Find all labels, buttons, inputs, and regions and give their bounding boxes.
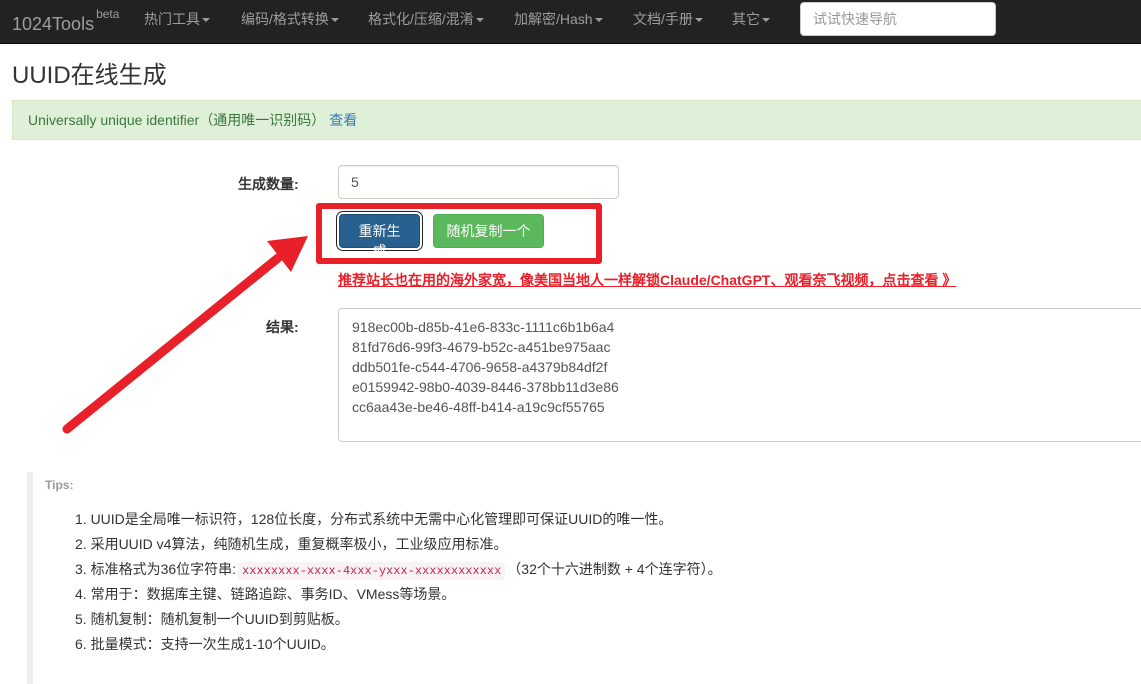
uuid-format-code: xxxxxxxx-xxxx-4xxx-yxxx-xxxxxxxxxxxx (238, 562, 506, 580)
tips-panel: Tips: 1. UUID是全局唯一标识符，128位长度，分布式系统中无需中心化… (27, 472, 1141, 684)
tips-title: Tips: (45, 478, 74, 492)
tip-item: 2. 采用UUID v4算法，纯随机生成，重复概率极小，工业级应用标准。 (75, 536, 508, 552)
tip-prefix: 3. 标准格式为36位字符串: (75, 561, 237, 577)
arrow-shaft (62, 253, 283, 434)
tip-item: 6. 批量模式：支持一次生成1-10个UUID。 (75, 636, 335, 652)
tip-item: 1. UUID是全局唯一标识符，128位长度，分布式系统中无需中心化管理即可保证… (75, 511, 673, 527)
tip-suffix: （32个十六进制数 + 4个连字符）。 (507, 561, 722, 577)
tip-item: 3. 标准格式为36位字符串: xxxxxxxx-xxxx-4xxx-yxxx-x… (75, 560, 722, 585)
tip-item: 5. 随机复制：随机复制一个UUID到剪贴板。 (75, 611, 349, 627)
tips-list: 1. UUID是全局唯一标识符，128位长度，分布式系统中无需中心化管理即可保证… (75, 510, 722, 660)
tip-item: 4. 常用于：数据库主键、链路追踪、事务ID、VMess等场景。 (75, 586, 456, 602)
